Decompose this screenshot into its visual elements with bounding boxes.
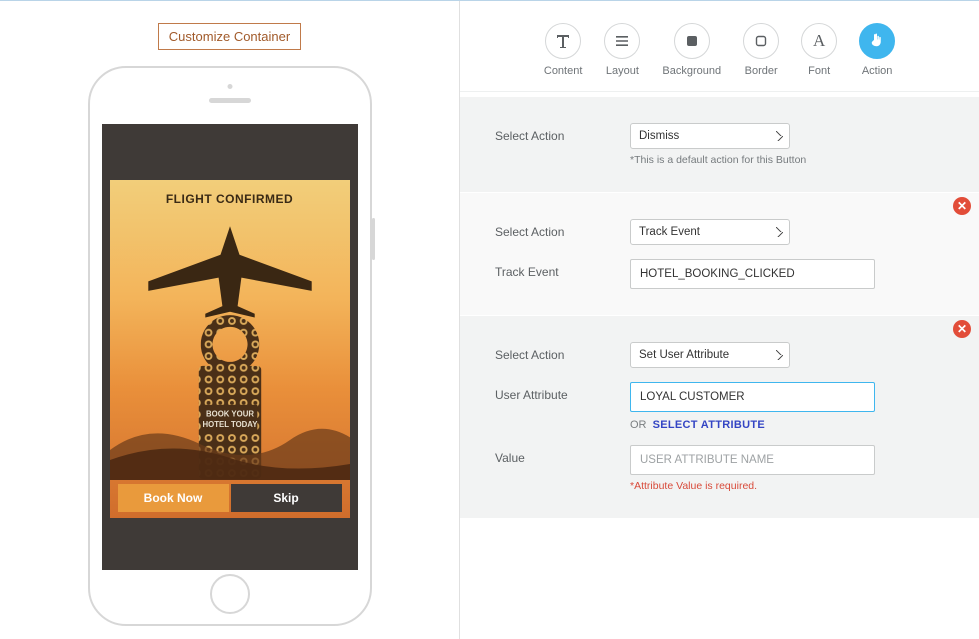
properties-tabs: Content Layout Background Border bbox=[460, 1, 979, 92]
user-attribute-input[interactable] bbox=[630, 382, 875, 412]
square-fill-icon bbox=[674, 23, 710, 59]
tab-action[interactable]: Action bbox=[859, 23, 895, 77]
user-attribute-label: User Attribute bbox=[495, 382, 630, 402]
phone-camera-dot bbox=[227, 84, 232, 89]
tab-font[interactable]: A Font bbox=[801, 23, 837, 77]
tab-content[interactable]: Content bbox=[544, 23, 583, 77]
pointer-icon bbox=[859, 23, 895, 59]
select-action-label: Select Action bbox=[495, 342, 630, 362]
or-select-attribute: OR SELECT ATTRIBUTE bbox=[630, 419, 944, 431]
tab-layout[interactable]: Layout bbox=[604, 23, 640, 77]
properties-pane: Content Layout Background Border bbox=[460, 1, 979, 639]
phone-side-button bbox=[372, 218, 375, 260]
text-icon bbox=[545, 23, 581, 59]
hills-decoration bbox=[110, 410, 350, 480]
card-title: FLIGHT CONFIRMED bbox=[110, 180, 350, 206]
select-action-label: Select Action bbox=[495, 123, 630, 143]
tab-border[interactable]: Border bbox=[743, 23, 779, 77]
inapp-card[interactable]: FLIGHT CONFIRMED bbox=[110, 180, 350, 518]
track-event-label: Track Event bbox=[495, 259, 630, 279]
skip-button[interactable]: Skip bbox=[231, 484, 342, 512]
action-select-dismiss[interactable]: Dismiss bbox=[630, 123, 790, 149]
attribute-value-input[interactable] bbox=[630, 445, 875, 475]
remove-block-button[interactable]: ✕ bbox=[953, 320, 971, 338]
remove-block-button[interactable]: ✕ bbox=[953, 197, 971, 215]
action-select-track-event[interactable]: Track Event bbox=[630, 219, 790, 245]
default-action-hint: *This is a default action for this Butto… bbox=[630, 154, 944, 166]
book-now-button[interactable]: Book Now bbox=[118, 484, 229, 512]
tab-background[interactable]: Background bbox=[662, 23, 721, 77]
value-label: Value bbox=[495, 445, 630, 465]
letter-a-icon: A bbox=[801, 23, 837, 59]
select-action-label: Select Action bbox=[495, 219, 630, 239]
action-select-user-attribute[interactable]: Set User Attribute bbox=[630, 342, 790, 368]
airplane-icon bbox=[135, 220, 325, 320]
action-block-user-attribute: ✕ Select Action Set User Attribute User … bbox=[460, 315, 979, 518]
lines-icon bbox=[604, 23, 640, 59]
phone-home-button bbox=[210, 574, 250, 614]
preview-pane: Customize Container FLIGHT CONFIRMED bbox=[0, 1, 460, 639]
square-outline-icon bbox=[743, 23, 779, 59]
phone-speaker bbox=[209, 98, 251, 103]
action-block-track-event: ✕ Select Action Track Event Track Event bbox=[460, 192, 979, 315]
track-event-input[interactable] bbox=[630, 259, 875, 289]
action-block-dismiss: Select Action Dismiss *This is a default… bbox=[460, 97, 979, 192]
phone-screen[interactable]: FLIGHT CONFIRMED bbox=[102, 124, 358, 570]
customize-container-button[interactable]: Customize Container bbox=[158, 23, 301, 50]
phone-frame: FLIGHT CONFIRMED bbox=[88, 66, 372, 626]
select-attribute-link[interactable]: SELECT ATTRIBUTE bbox=[653, 419, 765, 431]
value-required-error: *Attribute Value is required. bbox=[630, 480, 944, 492]
